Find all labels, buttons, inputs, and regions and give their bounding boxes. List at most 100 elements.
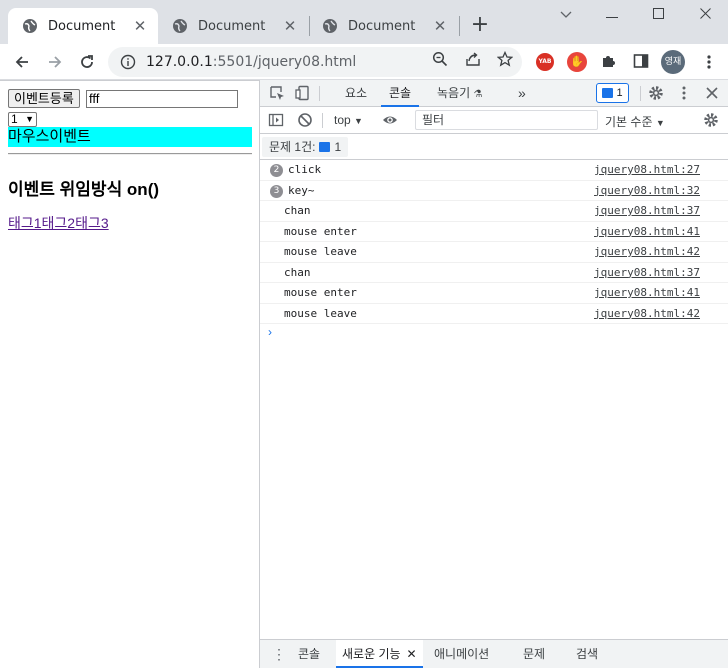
forward-button[interactable]	[43, 50, 67, 74]
repeat-count-badge: 3	[270, 184, 283, 198]
minimize-button[interactable]	[602, 6, 622, 26]
log-entry: 2 click jquery08.html:27	[260, 160, 728, 181]
eye-icon[interactable]	[382, 112, 398, 128]
issues-bar: 문제 1건: 1	[260, 134, 728, 160]
log-source-link[interactable]: jquery08.html:37	[594, 201, 700, 221]
tab-title: Document	[348, 18, 416, 34]
filter-input[interactable]: 필터	[415, 110, 598, 130]
console-toolbar: top ▼ 필터 기본 수준 ▼	[260, 107, 728, 134]
log-message: mouse enter	[284, 224, 357, 238]
title-bar: Document ✕ Document ✕ Document ✕ +	[0, 0, 728, 44]
tab-title: Document	[48, 18, 116, 34]
flask-icon: ⚗	[473, 89, 483, 100]
side-panel-icon[interactable]	[633, 53, 649, 69]
log-source-link[interactable]: jquery08.html:27	[594, 160, 700, 180]
close-tab-icon[interactable]: ✕	[432, 18, 448, 34]
tab-recorder[interactable]: 녹음기 ⚗	[429, 80, 490, 107]
number-select[interactable]: 1 ▼	[8, 112, 37, 127]
message-icon	[319, 142, 331, 152]
log-source-link[interactable]: jquery08.html:41	[594, 283, 700, 303]
browser-tab-1[interactable]: Document ✕	[8, 8, 158, 44]
inspect-element-icon[interactable]	[269, 85, 285, 101]
globe-icon	[23, 19, 37, 33]
yab-extension-icon[interactable]: YAB	[536, 53, 554, 71]
profile-avatar[interactable]: 영재	[661, 50, 685, 74]
console-prompt-chevron-icon[interactable]: ›	[268, 325, 272, 339]
page-heading: 이벤트 위임방식 on()	[8, 180, 160, 199]
close-tab-icon[interactable]: ✕	[282, 18, 298, 34]
browser-tab-3[interactable]: Document ✕	[308, 8, 458, 44]
log-entry: mouse leave jquery08.html:42	[260, 304, 728, 324]
log-source-link[interactable]: jquery08.html:37	[594, 263, 700, 283]
drawer-menu-icon[interactable]: ⋮	[272, 646, 286, 662]
share-icon[interactable]	[465, 51, 481, 67]
log-message: mouse leave	[284, 306, 357, 320]
sidebar-toggle-icon[interactable]	[268, 112, 284, 128]
gear-icon[interactable]	[648, 85, 664, 101]
devtools-drawer: ⋮ 콘솔 새로운 기능 ✕ 애니메이션 문제 검색	[260, 639, 728, 668]
tag-link-2[interactable]: 태그2	[42, 215, 76, 231]
log-entry: mouse enter jquery08.html:41	[260, 222, 728, 242]
text-input[interactable]: fff	[86, 90, 238, 108]
console-settings-gear-icon[interactable]	[703, 112, 719, 128]
tab-console[interactable]: 콘솔	[381, 80, 420, 107]
web-page-content: 이벤트등록 fff 1 ▼ 마우스이벤트 이벤트 위임방식 on() 태그1태그…	[0, 80, 259, 668]
more-options-icon[interactable]	[676, 85, 692, 101]
log-source-link[interactable]: jquery08.html:32	[594, 181, 700, 201]
info-icon[interactable]	[120, 54, 136, 70]
reload-button[interactable]	[75, 50, 99, 74]
drawer-tab-animations[interactable]: 애니메이션	[428, 640, 495, 668]
drawer-tab-issues[interactable]: 문제	[517, 640, 551, 668]
zoom-icon[interactable]	[432, 51, 448, 67]
bookmark-star-icon[interactable]	[497, 51, 513, 67]
log-source-link[interactable]: jquery08.html:42	[594, 242, 700, 262]
log-source-link[interactable]: jquery08.html:42	[594, 304, 700, 324]
address-bar[interactable]: 127.0.0.1:5501/jquery08.html	[108, 47, 522, 77]
stop-hand-extension-icon[interactable]: ✋	[567, 52, 587, 72]
tag-link-1[interactable]: 태그1	[8, 215, 42, 231]
log-message: mouse enter	[284, 286, 357, 299]
event-register-button[interactable]: 이벤트등록	[8, 89, 80, 108]
close-icon[interactable]: ✕	[407, 647, 417, 661]
back-button[interactable]	[10, 50, 34, 74]
frame-border	[0, 80, 259, 81]
messages-badge[interactable]: 1	[596, 83, 629, 103]
divider	[8, 153, 252, 155]
tab-search-chevron-icon[interactable]	[556, 6, 576, 26]
log-message: chan	[284, 204, 311, 217]
close-icon[interactable]	[704, 85, 720, 101]
tab-elements[interactable]: 요소	[337, 80, 375, 107]
dropdown-arrow-icon: ▼	[655, 118, 665, 128]
log-message: mouse leave	[284, 245, 357, 258]
drawer-tab-search[interactable]: 검색	[570, 640, 604, 668]
tag-links: 태그1태그2태그3	[8, 213, 109, 233]
more-tabs-chevron-icon[interactable]: »	[510, 80, 534, 107]
drawer-tab-console[interactable]: 콘솔	[292, 640, 326, 668]
chrome-menu-icon[interactable]	[707, 54, 711, 70]
browser-toolbar: 127.0.0.1:5501/jquery08.html	[0, 44, 728, 80]
devtools-panel: 요소 콘솔 녹음기 ⚗ » 1 top ▼ 필터 기본 수준 ▼ 문제 1건: …	[259, 80, 728, 668]
log-entry: 3 key~ jquery08.html:32	[260, 181, 728, 201]
reload-icon	[81, 55, 93, 68]
log-source-link[interactable]: jquery08.html:41	[594, 222, 700, 242]
log-levels-dropdown[interactable]: 기본 수준 ▼	[605, 113, 665, 130]
log-entry: chan jquery08.html:37	[260, 263, 728, 283]
tab-separator	[459, 16, 460, 36]
close-window-button[interactable]	[695, 6, 715, 26]
extensions-puzzle-icon[interactable]	[600, 53, 616, 69]
toolbar-divider	[322, 113, 323, 128]
maximize-button[interactable]	[648, 6, 668, 26]
tag-link-3[interactable]: 태그3	[75, 215, 109, 231]
back-arrow-icon	[15, 56, 28, 68]
tab-title: Document	[198, 18, 266, 34]
issues-button[interactable]: 문제 1건: 1	[262, 137, 349, 157]
clear-console-icon[interactable]	[297, 112, 313, 128]
close-tab-icon[interactable]: ✕	[132, 18, 148, 34]
drawer-tab-whats-new[interactable]: 새로운 기능 ✕	[336, 640, 423, 668]
log-message: chan	[284, 265, 311, 279]
context-selector[interactable]: top ▼	[334, 113, 363, 127]
new-tab-button[interactable]: +	[470, 14, 490, 38]
mouse-event-box[interactable]: 마우스이벤트	[8, 127, 252, 147]
device-toolbar-icon[interactable]	[295, 85, 311, 101]
browser-tab-2[interactable]: Document ✕	[158, 8, 308, 44]
